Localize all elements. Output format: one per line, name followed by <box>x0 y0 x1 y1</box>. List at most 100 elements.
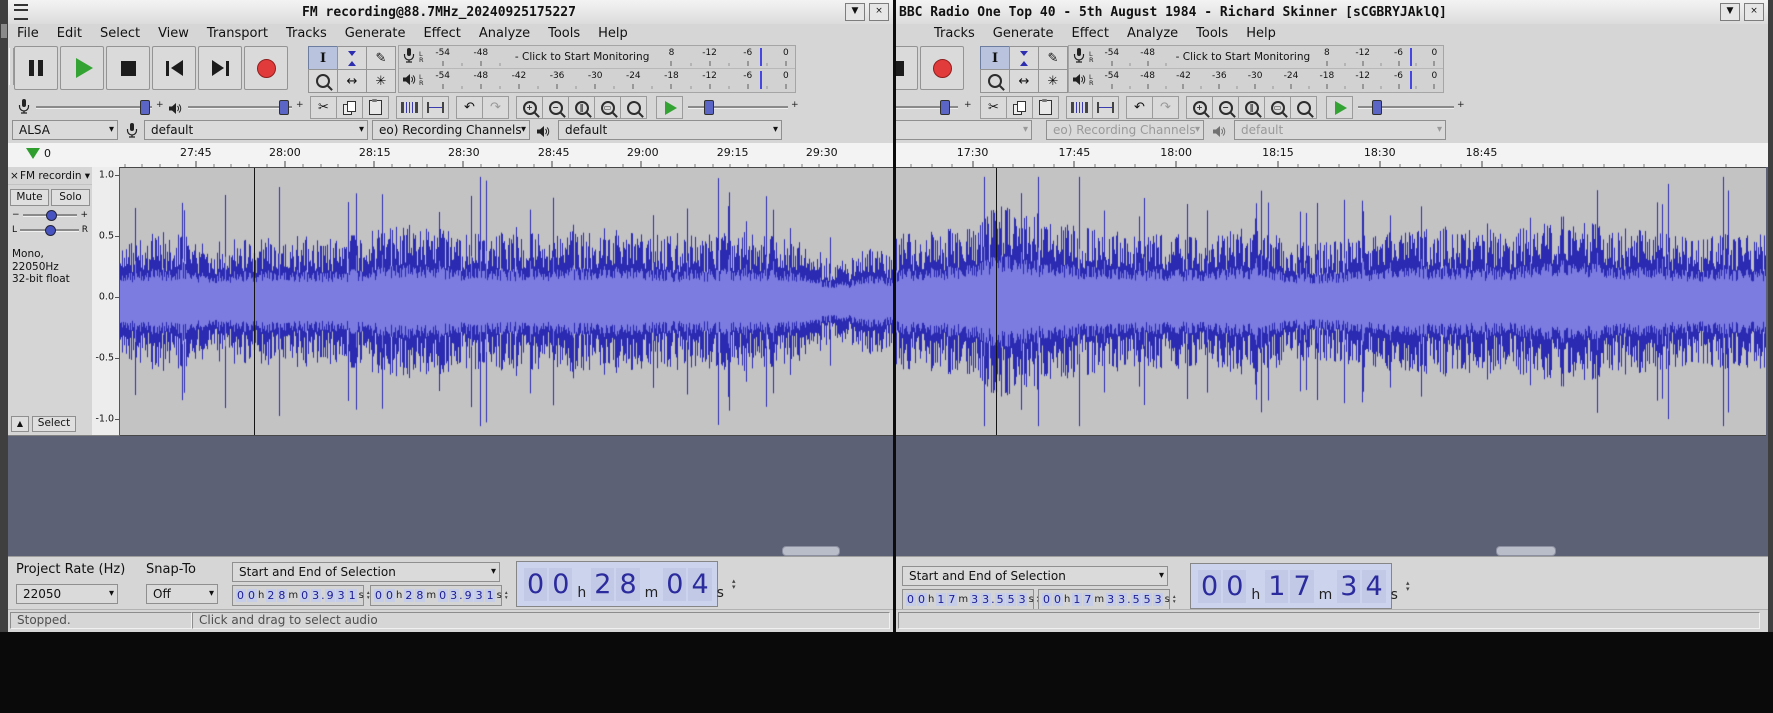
big-time-digit[interactable]: 2 <box>591 567 615 601</box>
recording-device-dropdown[interactable]: default ▾ <box>144 120 368 140</box>
monitoring-message[interactable]: - Click to Start Monitoring <box>1167 46 1319 68</box>
copy-button[interactable] <box>336 96 363 119</box>
track-close-icon[interactable]: × <box>10 170 20 182</box>
multi-tool-button[interactable]: ✳ <box>1038 69 1068 93</box>
spinner[interactable]: ▴▾ <box>505 590 508 601</box>
big-time-digit[interactable]: 4 <box>1362 569 1386 603</box>
track-name[interactable]: FM recordin <box>20 170 85 182</box>
big-time-digit[interactable]: 7 <box>1290 569 1314 603</box>
play-speed-slider[interactable] <box>688 95 788 119</box>
menu-help[interactable]: Help <box>589 25 637 42</box>
project-rate-dropdown[interactable]: 22050 ▾ <box>16 584 118 604</box>
timeline-ruler[interactable]: 0 27:45 28:00 28:15 28:30 28:45 29:00 29:15 29:… <box>8 143 893 168</box>
stop-button[interactable] <box>106 46 150 90</box>
big-time-digit[interactable]: 1 <box>1265 569 1289 603</box>
timeshift-tool-button[interactable]: ↔ <box>1009 69 1039 93</box>
menu-edit[interactable]: Edit <box>48 25 91 42</box>
window-border[interactable] <box>1768 0 1773 632</box>
big-time-digit[interactable]: 0 <box>524 567 548 601</box>
record-button[interactable] <box>244 46 288 90</box>
title-bar[interactable]: BBC Radio One Top 40 - 5th August 1984 -… <box>896 0 1768 25</box>
slider-thumb[interactable] <box>1372 100 1382 115</box>
track-control-panel[interactable]: × FM recordin ▾ Mute Solo − + L R Mono, … <box>8 167 93 436</box>
silence-audio-button[interactable] <box>422 96 449 119</box>
menu-analyze[interactable]: Analyze <box>470 25 539 42</box>
recording-volume-slider[interactable] <box>36 95 152 119</box>
selection-tool-button[interactable]: I <box>308 46 338 70</box>
horizontal-scrollbar-thumb[interactable] <box>1496 546 1556 556</box>
big-time-digit[interactable]: 0 <box>663 567 687 601</box>
collapse-track-button[interactable]: ▲ <box>11 416 29 432</box>
waveform-canvas[interactable] <box>896 168 1766 435</box>
draw-tool-button[interactable]: ✎ <box>366 46 396 70</box>
slider-thumb[interactable] <box>279 100 289 115</box>
menu-tracks[interactable]: Tracks <box>925 25 984 42</box>
menu-help[interactable]: Help <box>1237 25 1285 42</box>
close-button[interactable]: × <box>1744 3 1764 21</box>
spinner[interactable]: ▴▾ <box>732 577 736 591</box>
stop-button[interactable] <box>893 46 918 90</box>
speaker-icon[interactable] <box>399 71 419 90</box>
playback-volume-slider[interactable] <box>188 95 292 119</box>
shade-button[interactable]: ▼ <box>1720 3 1740 21</box>
selection-start-field[interactable]: 0 0 h 2 8 m 0 3. 9 3 1 s ▴ ▾ <box>232 585 370 606</box>
silence-audio-button[interactable] <box>1092 96 1119 119</box>
audio-host-dropdown[interactable]: ALSA ▾ <box>12 120 118 140</box>
skip-to-end-button[interactable] <box>198 46 242 90</box>
title-bar[interactable]: FM recording@88.7MHz_20240925175227 ▼ × <box>8 0 893 25</box>
menu-view[interactable]: View <box>149 25 198 42</box>
timeline-scale[interactable]: 17:30 17:45 18:00 18:15 18:30 18:45 <box>896 143 1766 167</box>
undo-button[interactable]: ↶ <box>456 96 483 119</box>
zoom-in-button[interactable]: + <box>516 96 543 119</box>
big-time-digit[interactable]: 0 <box>1198 569 1222 603</box>
menu-file[interactable]: File <box>8 25 48 42</box>
trim-audio-button[interactable] <box>1066 96 1093 119</box>
paste-button[interactable] <box>1032 96 1059 119</box>
monitoring-message[interactable]: - Click to Start Monitoring <box>501 46 663 68</box>
fit-project-button[interactable]: ▭ <box>1264 96 1291 119</box>
waveform-canvas[interactable] <box>120 168 893 435</box>
record-button[interactable] <box>920 46 964 90</box>
playback-meter[interactable]: -54 -48 -42 -36 -30 -24 -18 -12 -6 0 <box>1098 69 1443 91</box>
big-time-digit[interactable]: 0 <box>549 567 573 601</box>
shade-button[interactable]: ▼ <box>845 3 865 21</box>
pan-thumb[interactable] <box>45 225 57 236</box>
vertical-scale-ruler[interactable]: 1.0 0.5 0.0 -0.5 -1.0 <box>92 167 120 436</box>
playback-device-dropdown[interactable]: default ▾ <box>558 120 782 140</box>
window-border[interactable] <box>0 0 8 632</box>
big-time-digit[interactable]: 8 <box>616 567 640 601</box>
empty-track-workspace[interactable] <box>8 436 893 556</box>
big-time-digit[interactable]: 4 <box>688 567 712 601</box>
recording-channels-dropdown[interactable]: eo) Recording Channels ▾ <box>1046 120 1204 140</box>
play-at-speed-button[interactable] <box>656 96 683 119</box>
resize-handle[interactable] <box>1 24 7 38</box>
timeline-ruler[interactable]: 17:30 17:45 18:00 18:15 18:30 18:45 <box>896 143 1768 168</box>
selection-mode-dropdown[interactable]: Start and End of Selection ▾ <box>902 566 1168 586</box>
menu-tracks[interactable]: Tracks <box>277 25 336 42</box>
fit-project-button[interactable]: ▭ <box>594 96 621 119</box>
gain-slider[interactable]: − + <box>8 206 92 221</box>
envelope-tool-button[interactable] <box>337 46 367 70</box>
zoom-toggle-button[interactable] <box>1290 96 1317 119</box>
pan-slider[interactable]: L R <box>8 221 92 236</box>
playback-meter[interactable]: -54 -48 -42 -36 -30 -24 -18 -12 -6 0 <box>428 69 795 91</box>
audio-position-display[interactable]: 0 0 h 2 8 m 0 4 s ▴ ▾ <box>516 561 735 607</box>
menu-select[interactable]: Select <box>91 25 149 42</box>
menu-generate[interactable]: Generate <box>336 25 415 42</box>
solo-button[interactable]: Solo <box>51 189 90 206</box>
audio-position-display[interactable]: 0 0 h 1 7 m 3 4 s ▴ ▾ <box>1190 563 1409 609</box>
play-at-speed-button[interactable] <box>1326 96 1353 119</box>
zoom-toggle-button[interactable] <box>620 96 647 119</box>
slider-thumb[interactable] <box>940 100 950 115</box>
selection-end-field[interactable]: 0 0 h 1 7 m 3 3. 5 5 3 s ▴ ▾ <box>1038 589 1176 610</box>
timeline-scale[interactable]: 27:45 28:00 28:15 28:30 28:45 29:00 29:15 29:30 <box>119 143 887 167</box>
slider-thumb[interactable] <box>704 100 714 115</box>
zoom-out-button[interactable]: − <box>542 96 569 119</box>
spinner[interactable]: ▴▾ <box>1173 594 1176 605</box>
horizontal-scrollbar-thumb[interactable] <box>782 546 840 556</box>
empty-track-workspace[interactable] <box>896 436 1768 556</box>
snap-to-dropdown[interactable]: Off ▾ <box>146 584 218 604</box>
draw-tool-button[interactable]: ✎ <box>1038 46 1068 70</box>
slider-thumb[interactable] <box>140 100 150 115</box>
zoom-out-button[interactable]: − <box>1212 96 1239 119</box>
